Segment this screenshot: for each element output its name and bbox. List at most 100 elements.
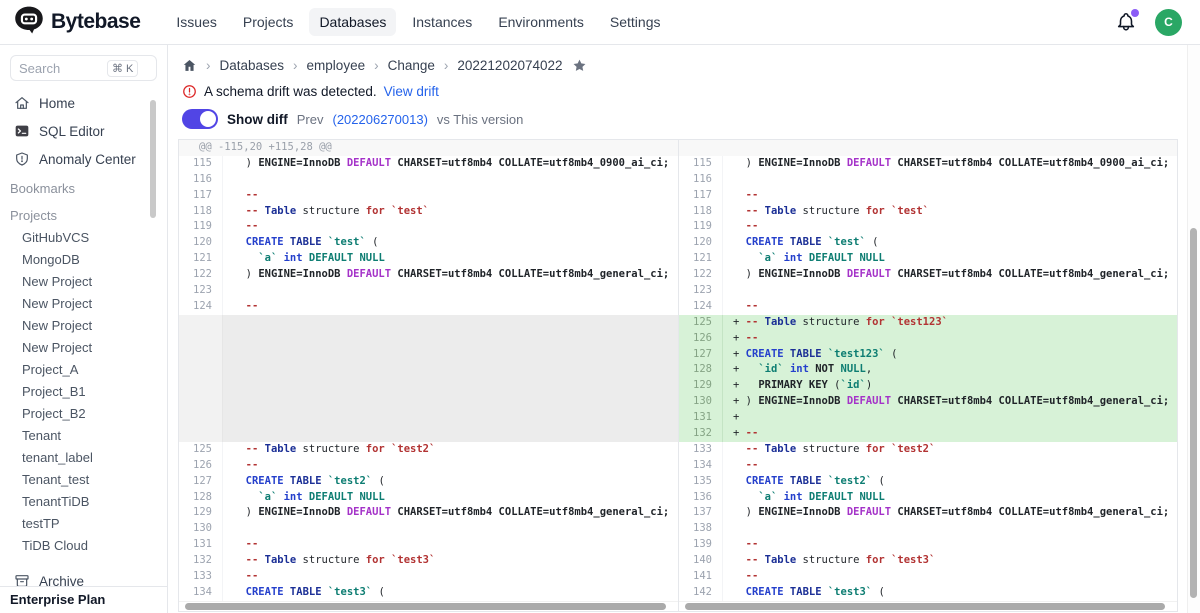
sidebar-item-new-project[interactable]: New Project — [0, 271, 167, 293]
diff-added-row: 126+ -- — [679, 331, 1177, 347]
diff-added-row: 132+ -- — [679, 426, 1177, 442]
sidebar-item-home[interactable]: Home — [0, 89, 167, 117]
sidebar-item-tenant-label[interactable]: tenant_label — [0, 447, 167, 469]
breadcrumb-change[interactable]: Change — [388, 58, 435, 73]
line-number: 121 — [179, 251, 223, 267]
line-number: 123 — [179, 283, 223, 299]
main-nav: IssuesProjectsDatabasesInstancesEnvironm… — [166, 8, 670, 36]
diff-row: 138 — [679, 521, 1177, 537]
nav-item-settings[interactable]: Settings — [600, 8, 671, 36]
sidebar-item-new-project[interactable]: New Project — [0, 293, 167, 315]
sidebar-item-tenant-test[interactable]: Tenant_test — [0, 469, 167, 491]
sidebar-item-tidb-cloud[interactable]: TiDB Cloud — [0, 535, 167, 557]
sidebar-item-githubvcs[interactable]: GitHubVCS — [0, 227, 167, 249]
breadcrumb-items: ›Databases›employee›Change›2022120207402… — [206, 58, 563, 73]
breadcrumb-employee[interactable]: employee — [307, 58, 366, 73]
breadcrumb-databases[interactable]: Databases — [220, 58, 285, 73]
notifications-button[interactable] — [1115, 11, 1137, 33]
line-number: 127 — [179, 474, 223, 490]
diff-filler-row — [179, 331, 678, 347]
show-diff-toggle[interactable] — [182, 109, 218, 129]
diff-row: 117 -- — [179, 188, 678, 204]
diff-added-row: 127+ CREATE TABLE `test123` ( — [679, 347, 1177, 363]
favorite-star-icon[interactable] — [572, 58, 587, 73]
sidebar-item-new-project[interactable]: New Project — [0, 315, 167, 337]
page-scrollbar[interactable] — [1190, 228, 1197, 598]
main-content: ›Databases›employee›Change›2022120207402… — [168, 45, 1200, 613]
diff-row: 137 ) ENGINE=InnoDB DEFAULT CHARSET=utf8… — [679, 505, 1177, 521]
line-number: 136 — [679, 490, 723, 506]
line-number: 122 — [179, 267, 223, 283]
nav-item-environments[interactable]: Environments — [488, 8, 594, 36]
sidebar-item-tenant[interactable]: Tenant — [0, 425, 167, 447]
line-number: 131 — [679, 410, 723, 426]
alert-circle-icon — [182, 84, 197, 99]
search-box: ⌘ K — [10, 55, 157, 81]
line-number: 120 — [679, 235, 723, 251]
bytebase-logo[interactable]: Bytebase — [14, 5, 140, 40]
search-input[interactable] — [19, 61, 107, 76]
line-number: 126 — [179, 458, 223, 474]
nav-item-projects[interactable]: Projects — [233, 8, 304, 36]
breadcrumb-20221202074022[interactable]: 20221202074022 — [457, 58, 562, 73]
sidebar-scrollbar[interactable] — [150, 100, 156, 218]
diff-row: 118 -- Table structure for `test` — [679, 204, 1177, 220]
diff-added-row: 128+ `id` int NOT NULL, — [679, 362, 1177, 378]
diff-row: 125 -- Table structure for `test2` — [179, 442, 678, 458]
sidebar-item-project-a[interactable]: Project_A — [0, 359, 167, 381]
breadcrumb-separator: › — [444, 58, 449, 73]
diff-filler-row — [179, 410, 678, 426]
diff-hunk-header — [679, 140, 1177, 156]
line-number: 125 — [679, 315, 723, 331]
diff-row: 123 — [179, 283, 678, 299]
sidebar-item-anomaly-center[interactable]: Anomaly Center — [0, 145, 167, 173]
diff-row: 120 CREATE TABLE `test` ( — [679, 235, 1177, 251]
nav-item-issues[interactable]: Issues — [166, 8, 226, 36]
line-number: 133 — [679, 442, 723, 458]
top-bar: Bytebase IssuesProjectsDatabasesInstance… — [0, 0, 1200, 45]
line-number: 118 — [179, 204, 223, 220]
line-number: 119 — [679, 219, 723, 235]
sidebar-item-tenanttidb[interactable]: TenantTiDB — [0, 491, 167, 513]
sidebar-item-sql-editor[interactable]: SQL Editor — [0, 117, 167, 145]
line-number: 142 — [679, 585, 723, 601]
prev-version-link[interactable]: (202206270013) — [332, 112, 427, 127]
diff-row: 139 -- — [679, 537, 1177, 553]
sidebar-item-testtp[interactable]: testTP — [0, 513, 167, 535]
sidebar-item-new-project[interactable]: New Project — [0, 337, 167, 359]
vs-label: vs This version — [437, 112, 523, 127]
breadcrumb-home-icon[interactable] — [182, 58, 197, 73]
sidebar-item-label: Anomaly Center — [39, 152, 136, 167]
diff-pane-right: 115 ) ENGINE=InnoDB DEFAULT CHARSET=utf8… — [678, 140, 1177, 611]
line-number: 123 — [679, 283, 723, 299]
nav-item-instances[interactable]: Instances — [402, 8, 482, 36]
line-number — [179, 410, 223, 426]
diff-hscrollbar[interactable] — [685, 603, 1165, 610]
diff-row: 133 -- — [179, 569, 678, 585]
line-number — [179, 331, 223, 347]
breadcrumb-separator: › — [293, 58, 298, 73]
diff-toolbar: Show diff Prev (202206270013) vs This ve… — [182, 109, 1200, 129]
diff-row: 128 `a` int DEFAULT NULL — [179, 490, 678, 506]
line-number: 131 — [179, 537, 223, 553]
user-avatar[interactable]: C — [1155, 9, 1182, 36]
diff-added-row: 130+ ) ENGINE=InnoDB DEFAULT CHARSET=utf… — [679, 394, 1177, 410]
line-number: 133 — [179, 569, 223, 585]
diff-row: 136 `a` int DEFAULT NULL — [679, 490, 1177, 506]
sidebar-item-project-b1[interactable]: Project_B1 — [0, 381, 167, 403]
diff-hscrollbar-track — [179, 601, 678, 611]
projects-section-label: Projects — [0, 200, 167, 227]
sidebar-item-mongodb[interactable]: MongoDB — [0, 249, 167, 271]
view-drift-link[interactable]: View drift — [384, 84, 439, 99]
line-number: 118 — [679, 204, 723, 220]
diff-row: 115 ) ENGINE=InnoDB DEFAULT CHARSET=utf8… — [179, 156, 678, 172]
sidebar-item-project-b2[interactable]: Project_B2 — [0, 403, 167, 425]
diff-hscrollbar[interactable] — [185, 603, 666, 610]
line-number: 127 — [679, 347, 723, 363]
diff-filler-row — [179, 378, 678, 394]
diff-row: 133 -- Table structure for `test2` — [679, 442, 1177, 458]
nav-item-databases[interactable]: Databases — [309, 8, 396, 36]
sidebar-menu: HomeSQL Editor Anomaly Center — [0, 89, 167, 173]
diff-row: 117 -- — [679, 188, 1177, 204]
diff-row: 118 -- Table structure for `test` — [179, 204, 678, 220]
